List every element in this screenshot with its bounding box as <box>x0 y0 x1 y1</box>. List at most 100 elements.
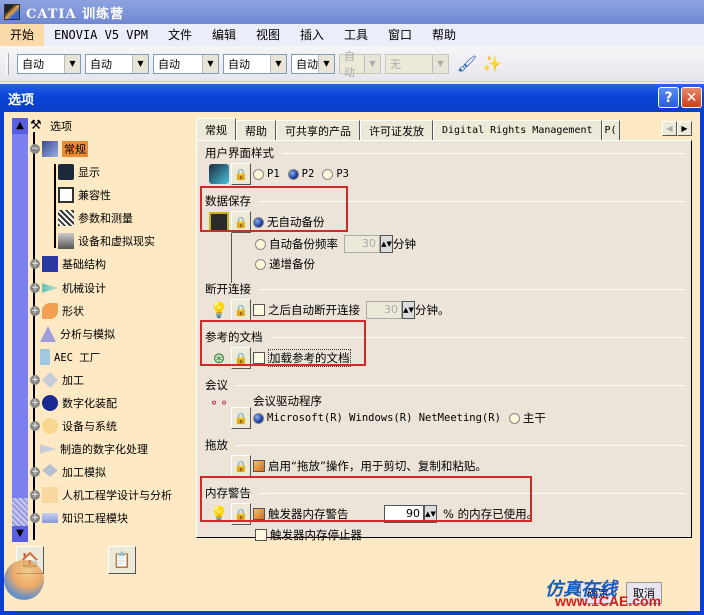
tree-item-digital-mockup[interactable]: + 数字化装配 <box>30 393 117 413</box>
expand-toggle-icon[interactable]: + <box>30 306 40 316</box>
chevron-down-icon[interactable]: ▼ <box>202 54 218 73</box>
menu-file[interactable]: 文件 <box>158 24 202 46</box>
color-combo[interactable]: 自动 ▼ <box>17 53 81 74</box>
point-type-combo[interactable]: 自动 ▼ <box>291 53 335 74</box>
memory-stopper-checkbox[interactable] <box>255 529 267 541</box>
expand-toggle-icon[interactable]: + <box>30 283 40 293</box>
spinner-arrows-icon[interactable]: ▲▼ <box>380 235 393 253</box>
lock-button[interactable]: 🔒 <box>231 299 251 321</box>
tree-item-mechanical-design[interactable]: + 机械设计 <box>30 278 106 298</box>
help-button[interactable]: ? <box>658 87 679 108</box>
magic-wand-icon[interactable]: ✨ <box>481 53 503 75</box>
tree-item-infrastructure[interactable]: + 基础结构 <box>30 254 106 274</box>
tab-scroll-left-icon[interactable]: ◀ <box>662 121 677 136</box>
options-hammer-icon: ⚒ <box>30 118 42 133</box>
expand-toggle-icon[interactable]: + <box>30 421 40 431</box>
tab-general[interactable]: 常规 <box>196 118 236 140</box>
menu-tools[interactable]: 工具 <box>334 24 378 46</box>
tree-item-ergonomics[interactable]: + 人机工程学设计与分析 <box>30 485 172 505</box>
expand-toggle-icon[interactable]: − <box>30 144 40 154</box>
conference-icon-row: ⚬⚬ <box>209 393 231 413</box>
lock-button[interactable]: 🔒 <box>231 163 251 185</box>
knowledgeware-icon <box>42 513 58 523</box>
tree-scrollbar[interactable]: ▲ ▼ <box>12 118 28 542</box>
parameters-measure-icon <box>58 210 74 226</box>
line-type-combo[interactable]: 自动 ▼ <box>223 53 287 74</box>
chevron-down-icon[interactable]: ▼ <box>318 54 334 73</box>
graphic-properties-toolbar: 自动 ▼ 自动 ▼ 自动 ▼ 自动 ▼ 自动 ▼ 自动 ▼ 无 ▼ 🖌 ✨ <box>0 46 704 82</box>
catia-app-icon <box>4 4 20 20</box>
tree-item-shape[interactable]: + 形状 <box>30 301 84 321</box>
app-titlebar: CATIA 训练营 <box>0 0 704 24</box>
menu-bar: 开始 ENOVIA V5 VPM 文件 编辑 视图 插入 工具 窗口 帮助 <box>0 24 704 46</box>
menu-start[interactable]: 开始 <box>0 24 45 46</box>
radio-p2[interactable] <box>287 168 299 180</box>
tab-digital-rights[interactable]: Digital Rights Management <box>433 120 602 140</box>
expand-toggle-icon[interactable]: + <box>30 467 40 477</box>
lock-button[interactable]: 🔒 <box>231 407 251 429</box>
menu-enovia[interactable]: ENOVIA V5 VPM <box>44 24 158 46</box>
expand-toggle-icon[interactable]: + <box>30 398 40 408</box>
tree-item-equipment-systems[interactable]: + 设备与系统 <box>30 416 117 436</box>
line-thickness-combo[interactable]: 自动 ▼ <box>153 53 219 74</box>
paintbrush-icon[interactable]: 🖌 <box>456 53 478 75</box>
tree-item-machining-simulation[interactable]: + 加工模拟 <box>30 462 106 482</box>
menu-window[interactable]: 窗口 <box>378 24 422 46</box>
expand-toggle-icon[interactable]: + <box>30 490 40 500</box>
ergonomics-icon <box>42 487 58 503</box>
tree-item-parameters[interactable]: 参数和测量 <box>58 208 133 228</box>
radio-autosave-frequency[interactable] <box>255 238 266 250</box>
tree-item-devices-vr[interactable]: 设备和虚拟现实 <box>58 231 155 251</box>
data-save-row-frequency: 自动备份频率 30 ▲▼ 分钟 <box>253 235 416 253</box>
radio-backbone[interactable] <box>508 412 520 424</box>
tab-scroll-right-icon[interactable]: ▶ <box>677 121 692 136</box>
tree-item-aec-plant[interactable]: AEC 工厂 <box>40 347 100 367</box>
tree-item-digital-manufacturing[interactable]: 制造的数字化处理 <box>40 439 148 459</box>
auto-disconnect-checkbox[interactable] <box>253 304 265 316</box>
radio-p3[interactable] <box>322 168 334 180</box>
radio-p1[interactable] <box>253 168 264 180</box>
expand-toggle-icon[interactable]: + <box>30 259 40 269</box>
scroll-track[interactable] <box>12 498 28 526</box>
radio-incremental-backup[interactable] <box>255 258 266 270</box>
radio-netmeeting[interactable] <box>253 412 264 424</box>
chevron-down-icon: ▼ <box>432 54 448 73</box>
tree-item-general[interactable]: − 常规 <box>30 139 88 159</box>
expand-toggle-icon[interactable]: + <box>30 513 40 523</box>
tab-partial[interactable]: P( <box>601 120 620 140</box>
chevron-down-icon[interactable]: ▼ <box>132 54 148 73</box>
tab-licensing[interactable]: 许可证发放 <box>360 120 433 140</box>
tree-item-analysis-simulation[interactable]: 分析与模拟 <box>40 324 115 344</box>
tree-item-compatibility[interactable]: 兼容性 <box>58 185 111 205</box>
options-panel: 常规 帮助 可共享的产品 许可证发放 Digital Rights Manage… <box>196 118 696 542</box>
toolbar-grip[interactable] <box>6 52 9 75</box>
tree-item-display[interactable]: 显示 <box>58 162 100 182</box>
tree-root-options[interactable]: ⚒ 选项 <box>30 116 72 136</box>
scroll-up-icon[interactable]: ▲ <box>12 118 28 134</box>
dump-parameters-button[interactable]: 📋 <box>108 546 136 574</box>
transparency-combo[interactable]: 自动 ▼ <box>85 53 149 74</box>
digital-manufacturing-icon <box>40 444 56 454</box>
rendering-combo: 自动 ▼ <box>339 50 381 79</box>
menu-edit[interactable]: 编辑 <box>202 24 246 46</box>
highlight-data-save <box>200 186 348 232</box>
options-tree: ▲ ▼ ⚒ 选项 − 常规 显示 兼容性 参数和测量 设备和虚拟现实 + 基础结… <box>12 116 192 574</box>
close-button[interactable]: ✕ <box>681 87 702 108</box>
scroll-down-icon[interactable]: ▼ <box>12 526 28 542</box>
disconnect-section: 断开连接 <box>205 281 685 297</box>
mechanical-design-icon <box>42 283 58 293</box>
menu-view[interactable]: 视图 <box>246 24 290 46</box>
tree-item-machining[interactable]: + 加工 <box>30 370 84 390</box>
lock-button[interactable]: 🔒 <box>231 455 251 477</box>
menu-insert[interactable]: 插入 <box>290 24 334 46</box>
menu-help[interactable]: 帮助 <box>422 24 466 46</box>
spinner-arrows-icon[interactable]: ▲▼ <box>402 301 415 319</box>
tree-item-knowledgeware[interactable]: + 知识工程模块 <box>30 508 128 528</box>
enable-drag-drop-checkbox[interactable] <box>253 460 265 472</box>
watermark: 仿真在线 www.1CAE.com <box>545 579 662 609</box>
chevron-down-icon[interactable]: ▼ <box>64 54 80 73</box>
tab-help[interactable]: 帮助 <box>236 120 276 140</box>
tab-shareable-products[interactable]: 可共享的产品 <box>276 120 360 140</box>
expand-toggle-icon[interactable]: + <box>30 375 40 385</box>
chevron-down-icon[interactable]: ▼ <box>270 54 286 73</box>
